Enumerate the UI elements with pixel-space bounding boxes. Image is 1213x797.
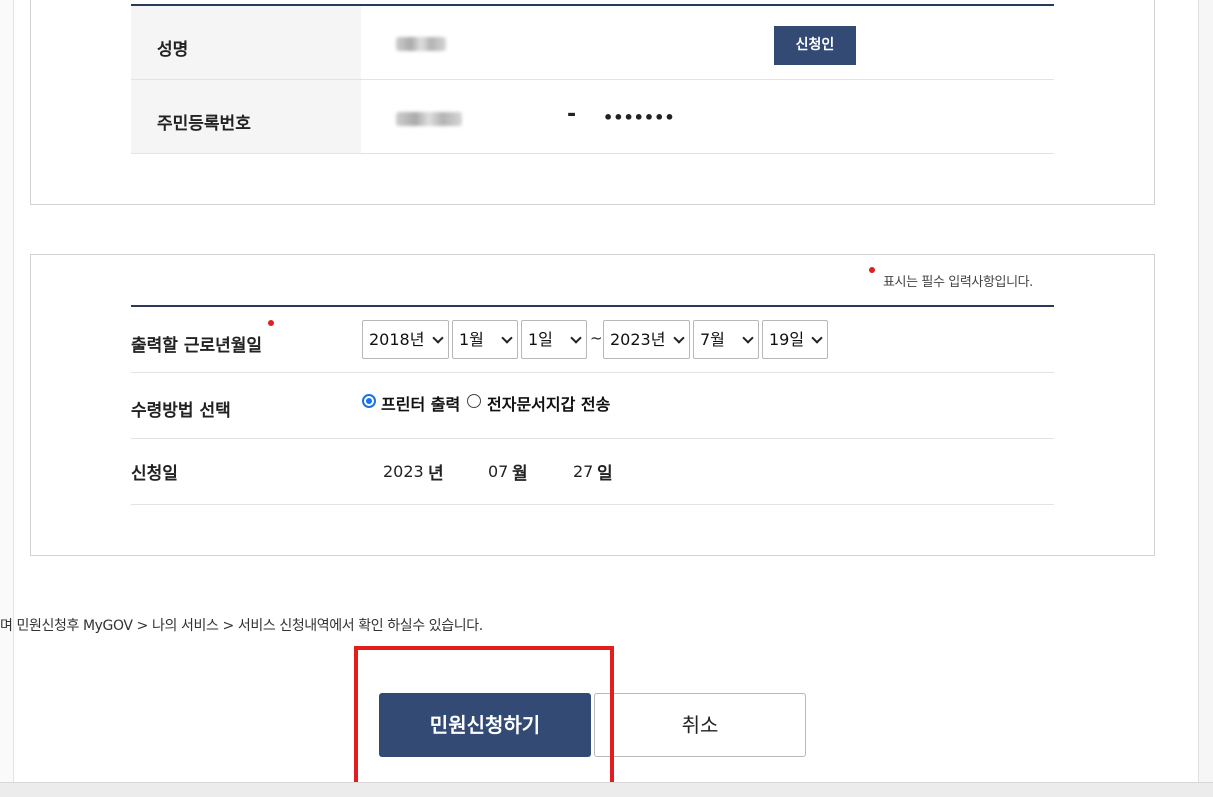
receive-method-label: 수령방법 선택: [131, 401, 231, 421]
chevron-down-icon: [811, 332, 823, 344]
apply-person-button[interactable]: 신청인: [774, 26, 856, 65]
chevron-down-icon: [570, 332, 582, 344]
e-wallet-label[interactable]: 전자문서지갑 전송: [487, 391, 610, 415]
name-row: 성명: [131, 6, 1054, 80]
rrn-label: 주민등록번호: [157, 114, 251, 134]
printer-output-label[interactable]: 프린터 출력: [381, 391, 460, 415]
chevron-down-icon: [742, 332, 754, 344]
apply-year-value: 2023: [383, 462, 424, 481]
required-note: 표시는 필수 입력사항입니다.: [883, 275, 1033, 290]
period-label: 출력할 근로년월일: [131, 336, 263, 356]
rrn-dash: -: [567, 102, 577, 127]
rrn-label-cell: 주민등록번호: [131, 80, 361, 153]
apply-month-unit: 월: [512, 464, 528, 484]
name-label-cell: 성명: [131, 6, 361, 79]
range-separator: ~: [590, 329, 603, 347]
to-day-select[interactable]: 19일: [762, 320, 828, 359]
horizontal-scrollbar[interactable]: [0, 782, 1213, 797]
to-day-value: 19일: [769, 330, 805, 349]
rrn-front-redacted: [396, 112, 462, 126]
notice-text: 며 민원신청후 MyGOV > 나의 서비스 > 서비스 신청내역에서 확인 하…: [0, 618, 483, 634]
apply-date-label: 신청일: [131, 464, 178, 484]
from-month-value: 1월: [459, 330, 484, 349]
apply-year-unit: 년: [428, 464, 444, 484]
rrn-back-masked: •••••••: [603, 108, 675, 127]
left-window-edge: [0, 0, 14, 797]
chevron-down-icon: [673, 332, 685, 344]
apply-day-unit: 일: [597, 464, 613, 484]
rrn-row: 주민등록번호: [131, 80, 1054, 154]
required-dot-icon: [268, 320, 274, 326]
required-dot-icon: [869, 267, 875, 273]
cancel-button[interactable]: 취소: [594, 693, 806, 757]
apply-day-value: 27: [573, 462, 594, 481]
highlight-frame: [354, 646, 614, 790]
name-label: 성명: [157, 40, 189, 60]
apply-month-value: 07: [488, 462, 509, 481]
to-month-value: 7월: [700, 330, 725, 349]
name-value-redacted: [396, 37, 446, 51]
vertical-scrollbar[interactable]: [1198, 0, 1213, 797]
to-year-value: 2023년: [610, 330, 666, 349]
chevron-down-icon: [432, 332, 444, 344]
from-year-select[interactable]: 2018년: [362, 320, 449, 359]
from-day-select[interactable]: 1일: [521, 320, 587, 359]
chevron-down-icon: [501, 332, 513, 344]
from-year-value: 2018년: [369, 330, 425, 349]
from-month-select[interactable]: 1월: [452, 320, 518, 359]
e-wallet-radio[interactable]: [467, 394, 481, 408]
to-year-select[interactable]: 2023년: [603, 320, 690, 359]
from-day-value: 1일: [528, 330, 553, 349]
to-month-select[interactable]: 7월: [693, 320, 759, 359]
printer-output-radio[interactable]: [362, 394, 376, 408]
